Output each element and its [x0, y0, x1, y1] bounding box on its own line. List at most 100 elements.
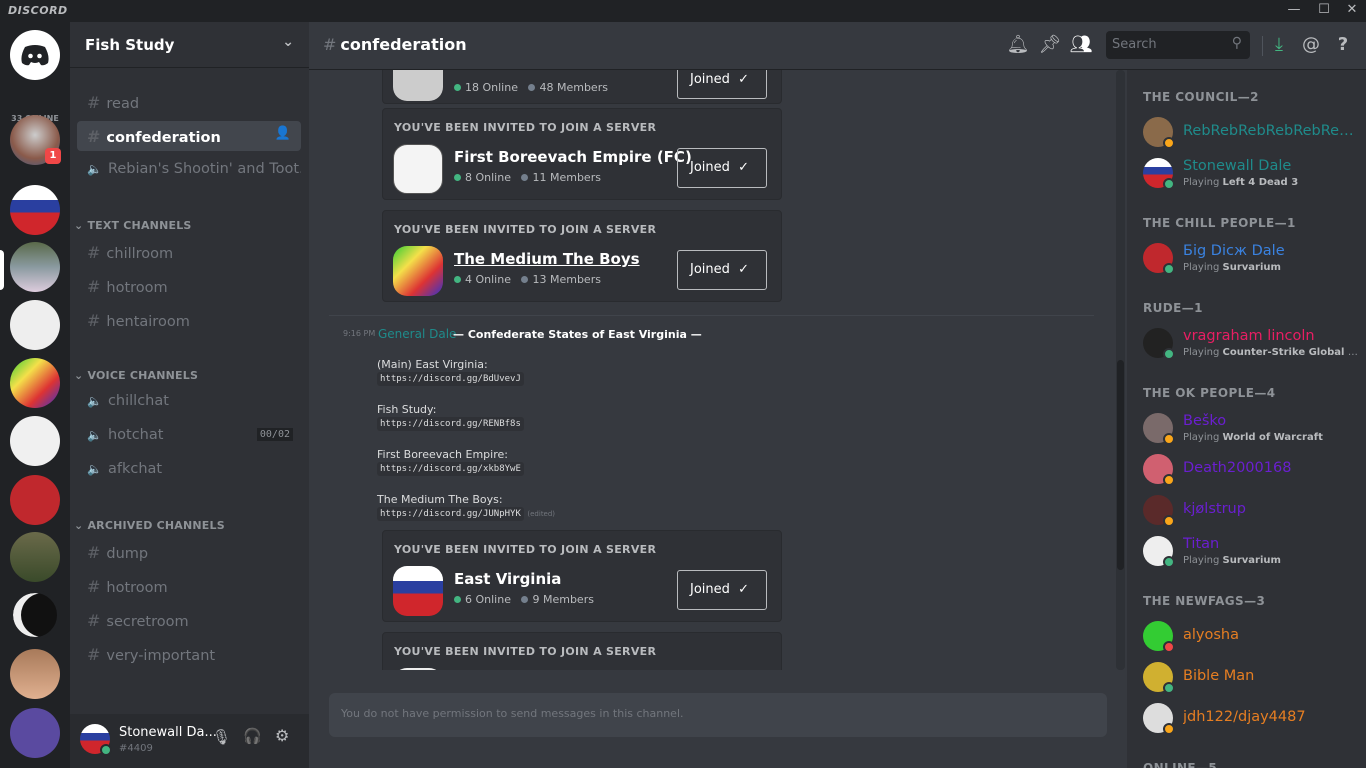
member-name: Біg Dісж Dale — [1183, 243, 1285, 259]
server-icon[interactable] — [10, 358, 60, 408]
member-name: Bible Man — [1183, 668, 1255, 684]
message-author[interactable]: General Dale — [378, 327, 456, 341]
voice-chillchat[interactable]: 🔈 chillchat — [77, 387, 301, 417]
server-icon[interactable] — [10, 708, 60, 758]
server-icon[interactable] — [10, 649, 60, 699]
invite-link[interactable]: https://discord.gg/BdUvevJ — [377, 372, 524, 386]
category-text-channels[interactable]: ⌄ TEXT CHANNELS — [74, 219, 192, 232]
member-group-header: THE NEWFAGS—3 — [1143, 594, 1266, 608]
member-activity: Playing Left 4 Dead 3 — [1183, 177, 1299, 188]
message-input[interactable]: You do not have permission to send messa… — [329, 693, 1107, 737]
channel-very-important[interactable]: # very-important — [77, 639, 301, 669]
member-item[interactable]: kjølstrup — [1143, 495, 1358, 535]
message-line: (Main) East Virginia: https://discord.gg/… — [377, 358, 524, 386]
invite-stats: 18 Online 48 Members — [454, 81, 608, 94]
channel-hotroom[interactable]: # hotroom — [77, 271, 301, 301]
close-button[interactable]: ✕ — [1342, 2, 1362, 20]
chevron-down-icon: ⌄ — [282, 34, 294, 50]
hash-icon: # — [87, 243, 101, 262]
headphones-icon[interactable]: 🎧 — [243, 727, 262, 745]
channel-chillroom[interactable]: # chillroom — [77, 237, 301, 267]
invite-server-name[interactable]: First Boreevach Empire (FC) — [454, 148, 692, 166]
member-item[interactable]: Stonewall Dale Playing Left 4 Dead 3 — [1143, 158, 1358, 198]
member-item[interactable]: vragraham lincoln Playing Counter-Strike … — [1143, 328, 1358, 368]
member-name: alyosha — [1183, 627, 1239, 643]
category-archived-channels[interactable]: ⌄ ARCHIVED CHANNELS — [74, 519, 225, 532]
channel-label: hotroom — [106, 580, 168, 596]
invite-icon[interactable]: 👤 — [275, 126, 291, 141]
joined-button[interactable]: Joined ✓ — [677, 70, 767, 99]
channel-label: confederation — [106, 130, 221, 146]
server-icon[interactable] — [10, 185, 60, 235]
locked-voice-icon: 🔈 — [87, 162, 102, 176]
joined-button[interactable]: Joined ✓ — [677, 570, 767, 610]
voice-afkchat[interactable]: 🔈 afkchat — [77, 455, 301, 485]
member-item[interactable]: RebRebRebRebRebRebR... — [1143, 117, 1358, 157]
server-icon[interactable] — [10, 416, 60, 466]
server-icon[interactable] — [10, 532, 60, 582]
invite-server-name[interactable]: East Virginia — [454, 570, 561, 588]
channel-read[interactable]: # read — [77, 87, 301, 117]
channel-dump[interactable]: # dump — [77, 537, 301, 567]
discord-home-button[interactable] — [10, 30, 60, 80]
search-input[interactable]: Search ⚲ — [1106, 31, 1250, 59]
edited-label: (edited) — [527, 510, 556, 518]
server-icon[interactable] — [10, 590, 60, 640]
member-activity: Playing Survarium — [1183, 262, 1281, 273]
member-name: Stonewall Dale — [1183, 158, 1292, 174]
gear-icon[interactable]: ⚙ — [275, 726, 289, 745]
hash-icon: # — [87, 543, 101, 562]
invite-card: 18 Online 48 Members Joined ✓ — [382, 70, 782, 104]
member-item[interactable]: alyosha — [1143, 621, 1358, 661]
message-line: The Medium The Boys: https://discord.gg/J… — [377, 493, 556, 521]
scrollbar-thumb[interactable] — [1117, 360, 1124, 570]
member-item[interactable]: Death2000168 — [1143, 454, 1358, 494]
message-line: First Boreevach Empire: https://discord.g… — [377, 448, 524, 476]
members-icon[interactable]: 👥︎ — [1069, 34, 1093, 58]
channel-sidebar: Fish Study ⌄ # read # confederation 👤 🔈 Rebi… — [70, 22, 309, 768]
messages-area: 18 Online 48 Members Joined ✓ YOU'VE BEE… — [309, 70, 1117, 670]
hash-icon: # — [87, 277, 101, 296]
channel-rebians[interactable]: 🔈 Rebian's Shootin' and Toot... — [77, 155, 301, 185]
channel-hotroom-archived[interactable]: # hotroom — [77, 571, 301, 601]
member-item[interactable]: Bible Man — [1143, 662, 1358, 702]
member-item[interactable]: Beško Playing World of Warcraft — [1143, 413, 1358, 453]
server-icon — [393, 566, 443, 616]
server-icon[interactable] — [10, 475, 60, 525]
pin-icon[interactable]: 📌︎ — [1038, 34, 1062, 58]
server-icon-fish-study[interactable] — [10, 242, 60, 292]
invite-link[interactable]: https://discord.gg/RENBf8s — [377, 417, 524, 431]
channel-secretroom[interactable]: # secretroom — [77, 605, 301, 635]
maximize-button[interactable]: ☐ — [1314, 2, 1334, 20]
invite-link[interactable]: https://discord.gg/JUNpHYK — [377, 507, 524, 521]
invite-stats: 6 Online 9 Members — [454, 593, 594, 606]
member-item[interactable]: Біg Dісж Dale Playing Survarium — [1143, 243, 1358, 283]
member-name: vragraham lincoln — [1183, 328, 1315, 344]
message-heading: — Confederate States of East Virginia — — [453, 328, 702, 341]
help-icon[interactable]: ? — [1331, 34, 1355, 58]
mention-icon[interactable]: @ — [1299, 34, 1323, 58]
channel-confederation[interactable]: # confederation 👤 — [77, 121, 301, 151]
guild-header[interactable]: Fish Study ⌄ — [70, 22, 309, 68]
guild-name: Fish Study — [85, 36, 175, 54]
hash-icon: # — [87, 611, 101, 630]
invite-stats: 4 Online 13 Members — [454, 273, 601, 286]
member-item[interactable]: jdh122/djay4487 — [1143, 703, 1358, 743]
member-name: jdh122/djay4487 — [1183, 709, 1306, 725]
category-voice-channels[interactable]: ⌄ VOICE CHANNELS — [74, 369, 198, 382]
joined-button[interactable]: Joined ✓ — [677, 250, 767, 290]
microphone-icon[interactable]: 🎙 — [212, 728, 231, 746]
invite-server-name[interactable]: The Medium The Boys — [454, 250, 640, 268]
channel-hentairoom[interactable]: # hentairoom — [77, 305, 301, 335]
member-item[interactable]: Titan Playing Survarium — [1143, 536, 1358, 576]
member-group-header: RUDE—1 — [1143, 301, 1203, 315]
invite-link[interactable]: https://discord.gg/xkb8YwE — [377, 462, 524, 476]
divider — [1262, 36, 1263, 56]
minimize-button[interactable]: — — [1284, 2, 1304, 20]
download-icon[interactable]: ⤓ — [1267, 34, 1291, 58]
bell-icon[interactable]: 🔔︎ — [1006, 34, 1030, 58]
joined-button[interactable]: Joined ✓ — [677, 148, 767, 188]
server-icon[interactable] — [10, 300, 60, 350]
voice-hotchat[interactable]: 🔈 hotchat 00/02 — [77, 421, 301, 451]
member-name: RebRebRebRebRebRebR... — [1183, 123, 1358, 139]
